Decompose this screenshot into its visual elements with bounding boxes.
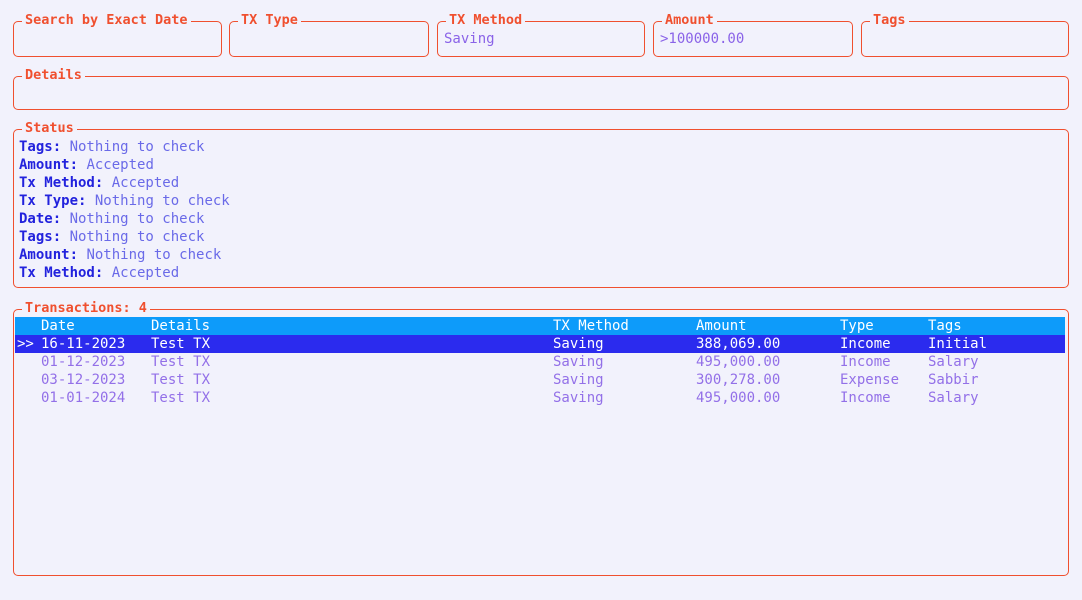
amount-input[interactable]: >100000.00 (660, 30, 744, 48)
table-header-row-date: Date (41, 318, 75, 334)
table-row-amount: 300,278.00 (696, 372, 781, 388)
status-row-value: Accepted (111, 265, 180, 281)
tx-type-field[interactable]: TX Type (229, 13, 429, 57)
table-row-amount: 495,000.00 (696, 354, 781, 370)
status-row-value: Accepted (111, 175, 180, 191)
table-header-row: Date Details TX Method Amount Type Tags (15, 317, 1065, 335)
table-row-marker: >> (17, 336, 34, 352)
table-row-method: Saving (553, 372, 604, 388)
table-row-date: 16-11-2023 (41, 336, 126, 352)
status-row-value: Accepted (86, 157, 154, 173)
tx-method-field[interactable]: TX Method Saving (437, 13, 645, 57)
status-row: Tags: Nothing to check (19, 138, 1063, 156)
details-field[interactable]: Details (13, 68, 1069, 110)
status-row-key: Amount (19, 157, 70, 173)
status-row: Date: Nothing to check (19, 210, 1063, 228)
status-row-separator: : (69, 157, 87, 173)
table-row[interactable]: >> 16-11-2023 Test TX Saving 388,069.00 Incom… (15, 335, 1065, 353)
table-header-row-method: TX Method (553, 318, 629, 334)
status-row-key: Tx Method (19, 265, 95, 281)
table-row-type: Income (840, 390, 891, 406)
status-row-key: Amount (19, 247, 70, 263)
table-header-row-tags: Tags (928, 318, 962, 334)
transactions-table[interactable]: Date Details TX Method Amount Type Tags >> 16-1… (15, 317, 1065, 407)
table-row-date: 03-12-2023 (41, 372, 126, 388)
table-row-tags: Salary (928, 354, 979, 370)
status-list: Tags: Nothing to check Amount: Accepted Tx… (19, 138, 1063, 282)
status-panel: Status Tags: Nothing to check Amount: Acc… (13, 121, 1069, 288)
status-row: Tx Method: Accepted (19, 174, 1063, 192)
table-row-date: 01-12-2023 (41, 354, 126, 370)
transactions-panel: Transactions: 4 Date Details TX Method Amou… (13, 301, 1069, 576)
status-row-key: Tx Method (19, 175, 95, 191)
status-row-separator: : (94, 175, 112, 191)
table-row[interactable]: 03-12-2023 Test TX Saving 300,278.00 Expense… (15, 371, 1065, 389)
status-row: Tx Type: Nothing to check (19, 192, 1063, 210)
status-row: Amount: Nothing to check (19, 246, 1063, 264)
status-row-separator: : (78, 193, 95, 209)
status-row: Tx Method: Accepted (19, 264, 1063, 282)
status-row-key: Tx Type (19, 193, 79, 209)
tx-method-input[interactable]: Saving (444, 30, 495, 48)
tx-method-label: TX Method (446, 13, 526, 28)
table-header-row-type: Type (840, 318, 874, 334)
status-row-separator: : (69, 247, 87, 263)
amount-label: Amount (662, 13, 717, 28)
tx-type-label: TX Type (238, 13, 301, 28)
tags-field[interactable]: Tags (861, 13, 1069, 57)
status-row-key: Tags (19, 229, 53, 245)
table-row[interactable]: 01-12-2023 Test TX Saving 495,000.00 Income S… (15, 353, 1065, 371)
table-row-method: Saving (553, 336, 604, 352)
table-header-row-details: Details (151, 318, 211, 334)
status-row-value: Nothing to check (69, 211, 205, 227)
table-row-method: Saving (553, 354, 604, 370)
table-row-tags: Sabbir (928, 372, 979, 388)
status-row-separator: : (52, 139, 70, 155)
table-row-method: Saving (553, 390, 604, 406)
amount-field[interactable]: Amount >100000.00 (653, 13, 853, 57)
table-row-amount: 388,069.00 (696, 336, 781, 352)
status-row-key: Tags (19, 139, 53, 155)
status-row-value: Nothing to check (69, 229, 205, 245)
table-header-row-amount: Amount (696, 318, 747, 334)
table-row-tags: Initial (928, 336, 988, 352)
tags-label: Tags (870, 13, 909, 28)
status-row: Amount: Accepted (19, 156, 1063, 174)
status-label: Status (22, 121, 77, 136)
status-row-value: Nothing to check (86, 247, 222, 263)
search-by-exact-date-field[interactable]: Search by Exact Date (13, 13, 222, 57)
details-label: Details (22, 68, 85, 83)
table-row-amount: 495,000.00 (696, 390, 781, 406)
table-row-details: Test TX (151, 390, 211, 406)
status-row-key: Date (19, 211, 53, 227)
status-row-separator: : (94, 265, 112, 281)
table-row-details: Test TX (151, 336, 211, 352)
status-row-separator: : (52, 229, 70, 245)
table-row-tags: Salary (928, 390, 979, 406)
table-row-type: Income (840, 354, 891, 370)
status-row-separator: : (52, 211, 70, 227)
table-row-details: Test TX (151, 372, 211, 388)
table-row[interactable]: 01-01-2024 Test TX Saving 495,000.00 Income S… (15, 389, 1065, 407)
search-by-exact-date-label: Search by Exact Date (22, 13, 191, 28)
table-row-type: Income (840, 336, 891, 352)
table-row-details: Test TX (151, 354, 211, 370)
status-row-value: Nothing to check (94, 193, 230, 209)
table-row-date: 01-01-2024 (41, 390, 126, 406)
transactions-count-label: Transactions: 4 (22, 301, 150, 316)
status-row: Tags: Nothing to check (19, 228, 1063, 246)
status-row-value: Nothing to check (69, 139, 205, 155)
table-row-type: Expense (840, 372, 900, 388)
transaction-filter-app: Search by Exact Date TX Type TX Method S… (0, 0, 1082, 600)
